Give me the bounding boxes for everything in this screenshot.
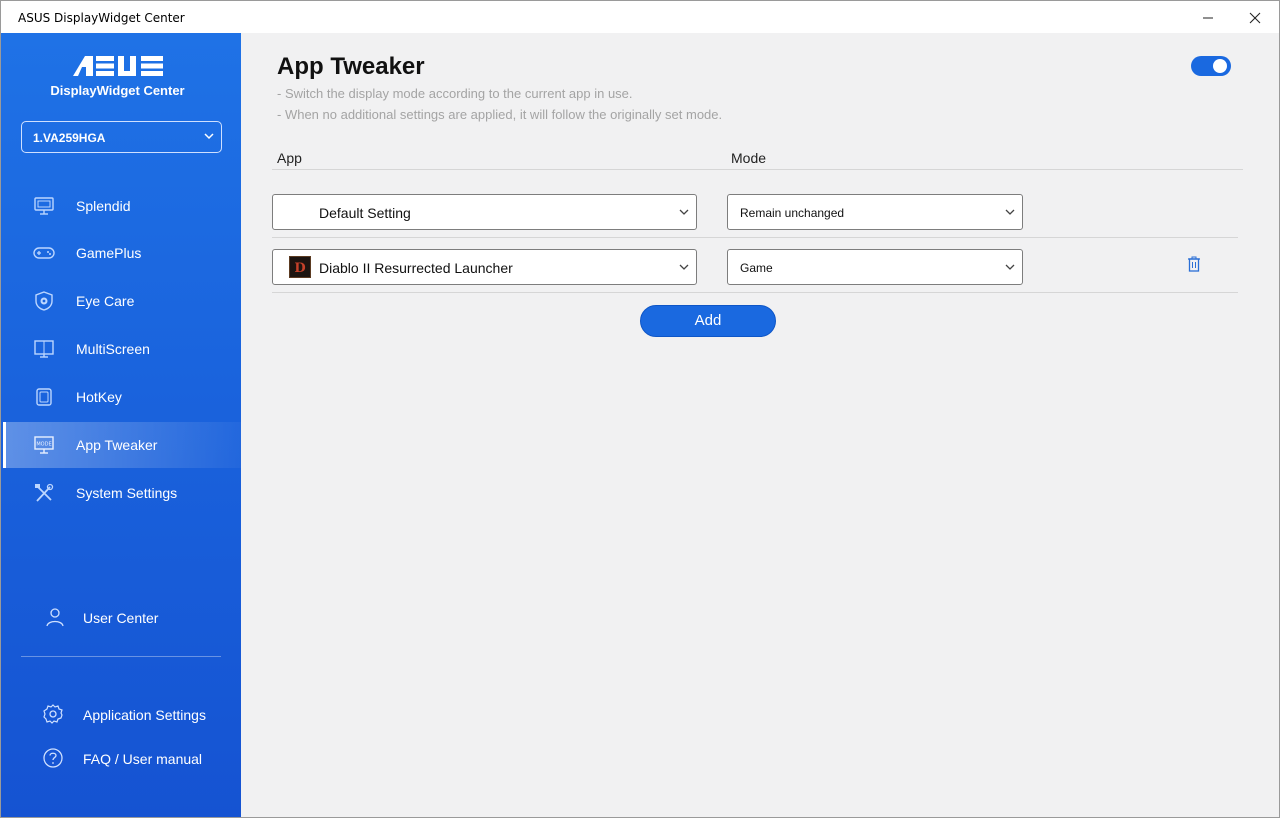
brand-subtitle: DisplayWidget Center (50, 83, 185, 98)
sidebar-item-system-settings[interactable]: System Settings (3, 470, 242, 516)
toggle-knob (1213, 59, 1227, 73)
close-button[interactable] (1232, 1, 1278, 34)
mode-select-value: Remain unchanged (740, 206, 845, 220)
sidebar: DisplayWidget Center 1.VA259HGA Splendid… (0, 33, 242, 818)
gear-icon (43, 704, 63, 724)
sidebar-item-label: HotKey (76, 389, 122, 405)
sidebar-item-label: Splendid (76, 198, 131, 214)
header-divider (272, 169, 1243, 170)
gamepad-icon (33, 247, 55, 259)
sidebar-item-multiscreen[interactable]: MultiScreen (3, 326, 242, 372)
user-center-link[interactable]: User Center (1, 600, 242, 634)
minimize-button[interactable] (1185, 1, 1231, 34)
app-select[interactable]: D Diablo II Resurrected Launcher (272, 249, 697, 285)
user-center-label: User Center (83, 610, 159, 626)
multiscreen-icon (34, 340, 54, 358)
sidebar-item-label: System Settings (76, 485, 178, 501)
sidebar-item-eye-care[interactable]: Eye Care (3, 278, 242, 324)
help-icon (43, 748, 63, 768)
diablo-app-icon: D (289, 256, 311, 278)
mode-monitor-icon: MODE (34, 436, 54, 454)
close-icon (1249, 12, 1261, 23)
user-icon (46, 608, 64, 627)
mode-select[interactable]: Remain unchanged (727, 194, 1023, 230)
monitor-icon (34, 197, 54, 215)
sidebar-item-gameplus[interactable]: GamePlus (3, 230, 242, 276)
minimize-icon (1203, 17, 1213, 18)
chevron-down-icon (679, 264, 689, 270)
window-title: ASUS DisplayWidget Center (18, 11, 185, 25)
application-settings-link[interactable]: Application Settings (1, 697, 242, 731)
faq-link[interactable]: FAQ / User manual (1, 741, 242, 775)
asus-logo (73, 56, 163, 76)
app-select-value: Diablo II Resurrected Launcher (319, 260, 513, 276)
app-tweaker-toggle[interactable] (1191, 56, 1231, 76)
app-select[interactable]: Default Setting (272, 194, 697, 230)
mode-select[interactable]: Game (727, 249, 1023, 285)
sidebar-item-hotkey[interactable]: HotKey (3, 374, 242, 420)
app-select-value: Default Setting (319, 205, 411, 221)
tools-icon (35, 483, 54, 502)
application-settings-label: Application Settings (83, 707, 206, 723)
row-divider (272, 292, 1238, 293)
sidebar-item-splendid[interactable]: Splendid (3, 183, 242, 229)
trash-icon[interactable] (1187, 256, 1201, 272)
add-button[interactable]: Add (640, 305, 776, 337)
main-panel: App Tweaker - Switch the display mode ac… (241, 33, 1280, 818)
title-bar: ASUS DisplayWidget Center (0, 0, 1280, 33)
description-line-2: - When no additional settings are applie… (277, 107, 723, 122)
faq-label: FAQ / User manual (83, 751, 203, 767)
page-title: App Tweaker (277, 53, 425, 80)
chevron-down-icon (1005, 264, 1015, 270)
sidebar-item-label: Eye Care (76, 293, 135, 309)
column-header-mode: Mode (731, 150, 767, 166)
description-line-1: - Switch the display mode according to t… (277, 86, 633, 101)
chevron-down-icon (679, 209, 689, 215)
sidebar-divider (21, 656, 221, 657)
svg-text:D: D (294, 261, 305, 276)
sidebar-item-label: MultiScreen (76, 341, 150, 357)
column-header-app: App (277, 150, 302, 166)
monitor-select-value: 1.VA259HGA (33, 131, 106, 145)
monitor-select[interactable]: 1.VA259HGA (21, 121, 222, 153)
eye-shield-icon (35, 291, 53, 311)
sidebar-item-label: GamePlus (76, 245, 142, 261)
sidebar-item-label: App Tweaker (76, 437, 158, 453)
mode-select-value: Game (740, 261, 773, 275)
hotkey-icon (36, 388, 52, 406)
row-divider (272, 237, 1238, 238)
sidebar-item-app-tweaker[interactable]: MODE App Tweaker (3, 422, 242, 468)
svg-text:MODE: MODE (36, 442, 51, 448)
chevron-down-icon (204, 133, 214, 140)
chevron-down-icon (1005, 209, 1015, 215)
